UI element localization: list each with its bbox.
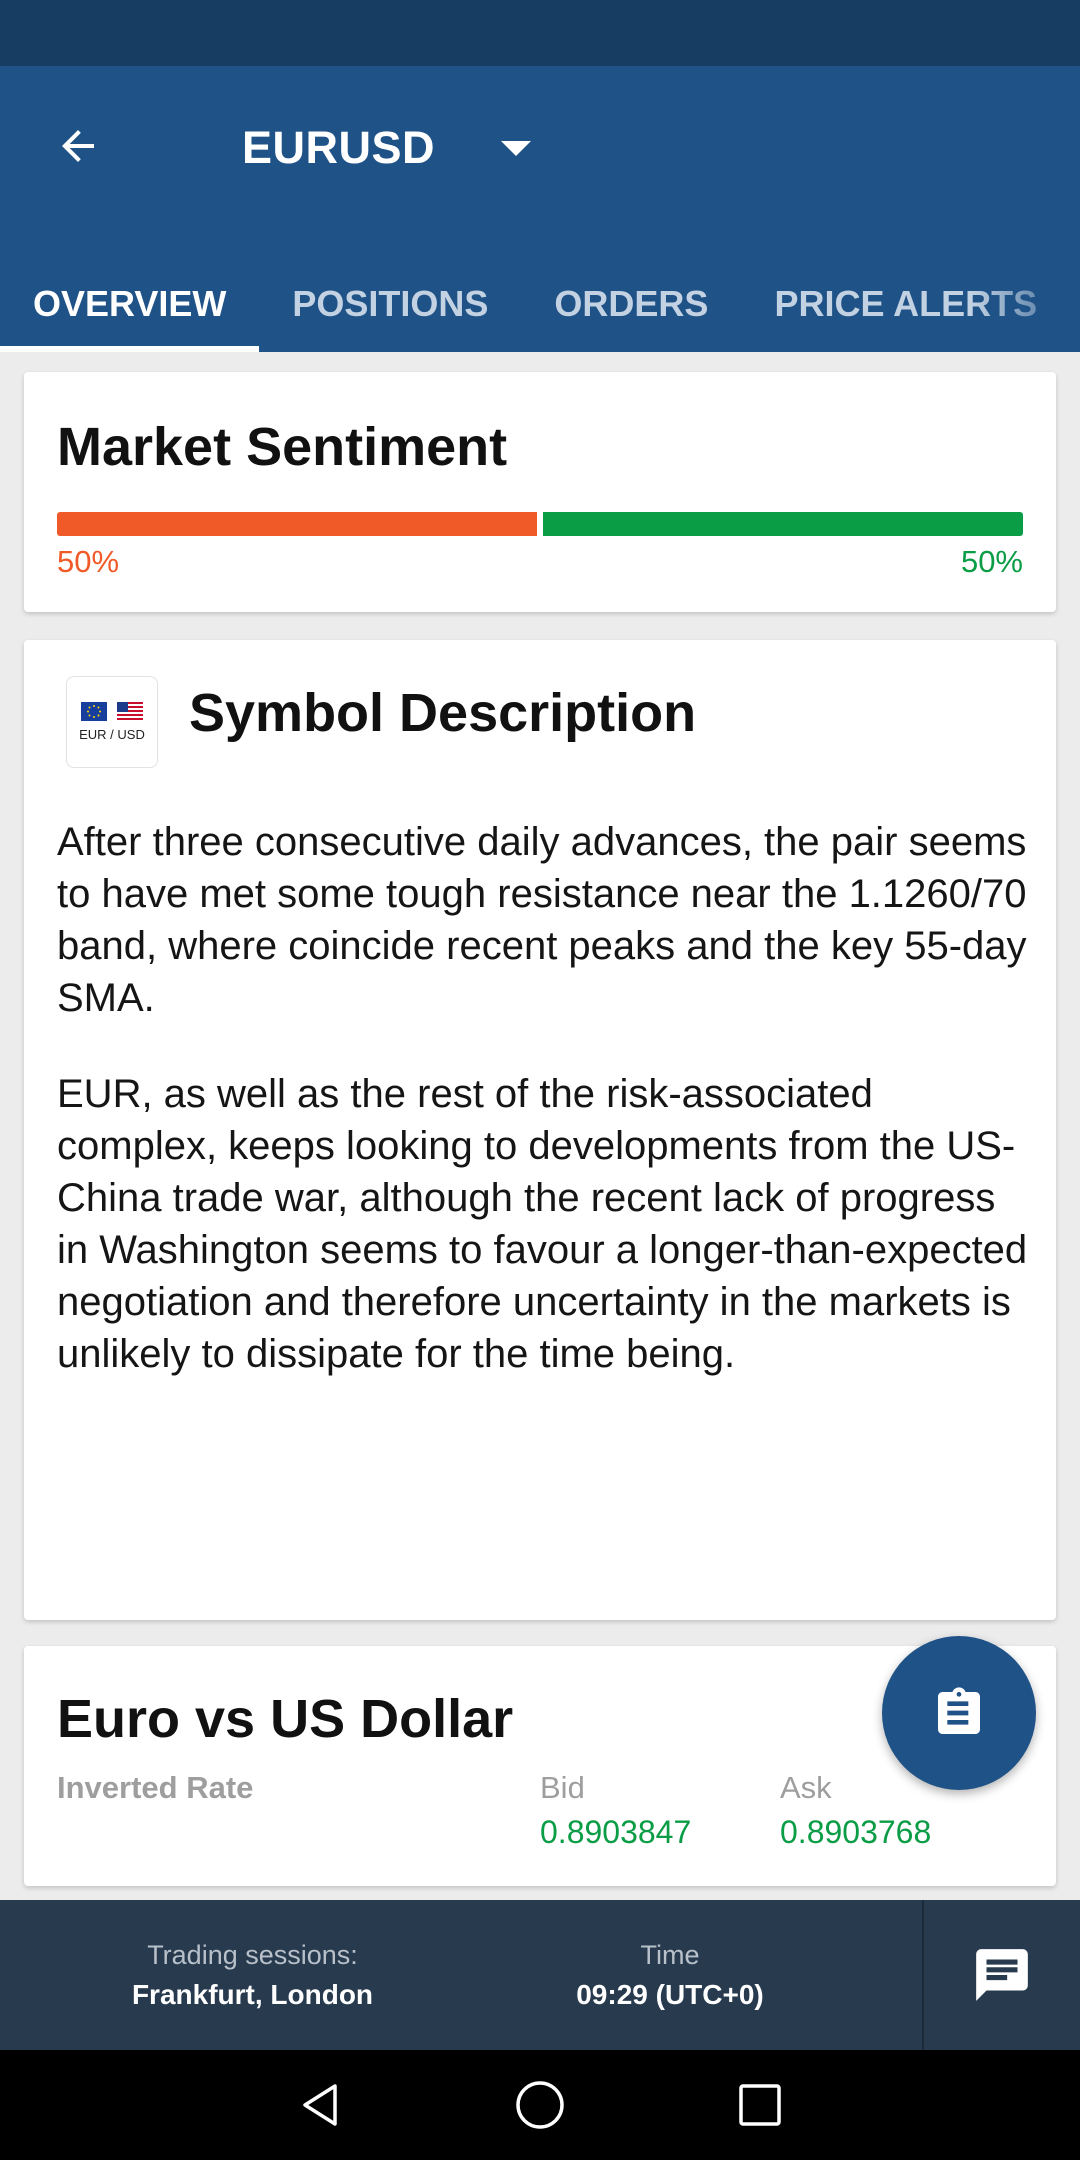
caret-down-icon: [501, 140, 532, 156]
sentiment-bar: [57, 512, 1023, 536]
tab-price-alerts[interactable]: PRICE ALERTS: [741, 256, 1070, 352]
nav-home-button[interactable]: [510, 2075, 570, 2135]
tab-label: PRICE ALERTS: [774, 283, 1038, 324]
chat-icon: [976, 1949, 1028, 2001]
time-label: Time: [640, 1939, 700, 1970]
time-value: 09:29 (UTC+0): [576, 1978, 764, 2010]
tab-bar: OVERVIEW POSITIONS ORDERS PRICE ALERTS: [0, 256, 1080, 352]
buy-percent: 50%: [960, 544, 1023, 579]
tab-overview[interactable]: OVERVIEW: [0, 256, 260, 352]
clipboard-fab-button[interactable]: [882, 1636, 1036, 1790]
sentiment-buy-bar: [543, 512, 1023, 536]
us-flag-icon: [117, 702, 143, 721]
description-body: After three consecutive daily advances, …: [57, 816, 1037, 1424]
system-navigation-bar: [0, 2050, 1080, 2160]
nav-home-icon: [516, 2081, 564, 2129]
bid-label: Bid: [540, 1770, 585, 1805]
chat-button[interactable]: [924, 1900, 1080, 2050]
sentiment-sell-bar: [57, 512, 537, 536]
sell-percent: 50%: [57, 544, 120, 579]
symbol-logo-text: EUR / USD: [79, 727, 145, 742]
arrow-back-icon: [62, 130, 94, 162]
session-time: Time 09:29 (UTC+0): [505, 1900, 835, 2050]
rate-title: Euro vs US Dollar: [57, 1689, 514, 1749]
tab-positions[interactable]: POSITIONS: [259, 256, 521, 352]
market-sentiment-title: Market Sentiment: [57, 417, 508, 477]
description-paragraph: After three consecutive daily advances, …: [57, 820, 1027, 1020]
tab-label: ORDERS: [554, 283, 709, 324]
bid-value: 0.8903847: [540, 1814, 692, 1850]
eu-flag-icon: [81, 702, 107, 721]
tab-label: OVERVIEW: [33, 283, 227, 324]
tab-label: POSITIONS: [292, 283, 489, 324]
nav-recents-icon: [739, 2084, 781, 2126]
trading-sessions-label: Trading sessions:: [147, 1939, 358, 1970]
app-bar: EURUSD OVERVIEW POSITIONS ORDERS PRICE A…: [0, 66, 1080, 352]
symbol-description-card: EUR / USD Symbol Description After three…: [24, 640, 1056, 1620]
inverted-rate-label: Inverted Rate: [57, 1770, 254, 1805]
nav-recents-button[interactable]: [730, 2075, 790, 2135]
description-paragraph: EUR, as well as the rest of the risk-ass…: [57, 1072, 1028, 1376]
ask-value: 0.8903768: [780, 1814, 932, 1850]
symbol-title: EURUSD: [242, 122, 436, 173]
session-bar: Trading sessions: Frankfurt, London Time…: [0, 1900, 1080, 2050]
symbol-logo: EUR / USD: [66, 676, 158, 768]
status-bar: [0, 0, 1080, 66]
back-button[interactable]: [48, 116, 108, 176]
ask-label: Ask: [780, 1770, 832, 1805]
tab-orders[interactable]: ORDERS: [521, 256, 741, 352]
nav-back-button[interactable]: [290, 2075, 350, 2135]
market-sentiment-card: Market Sentiment 50% 50%: [24, 372, 1056, 612]
symbol-description-title: Symbol Description: [189, 683, 697, 743]
nav-back-icon: [303, 2084, 337, 2126]
clipboard-icon: [938, 1687, 980, 1734]
symbol-selector[interactable]: EURUSD: [242, 118, 532, 178]
trading-sessions: Trading sessions: Frankfurt, London: [0, 1900, 505, 2050]
trading-sessions-value: Frankfurt, London: [131, 1978, 374, 2010]
